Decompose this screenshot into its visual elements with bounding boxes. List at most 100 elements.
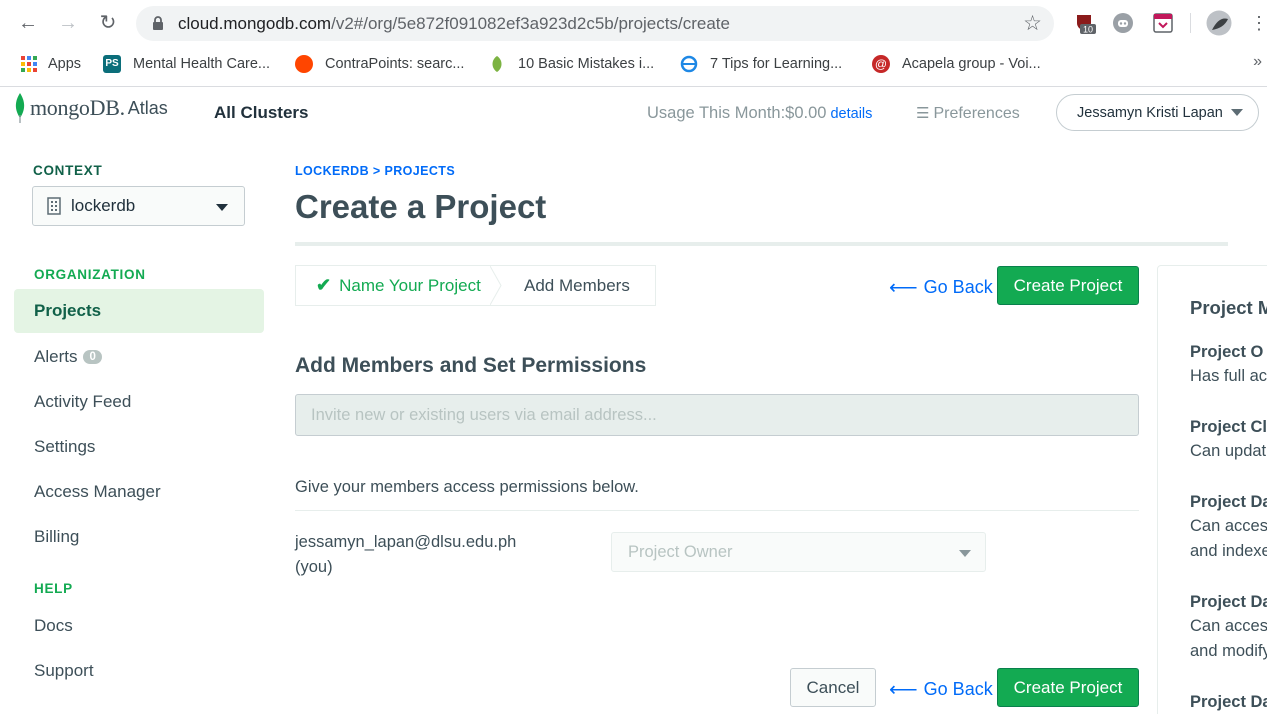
globe-icon bbox=[680, 55, 698, 73]
back-arrow-icon[interactable]: ← bbox=[16, 11, 40, 35]
arrow-left-icon: ⟵ bbox=[889, 277, 918, 299]
chevron-down-icon bbox=[959, 550, 971, 557]
member-email: jessamyn_lapan@dlsu.edu.ph bbox=[295, 533, 517, 551]
org-name: lockerdb bbox=[71, 196, 136, 215]
bookmark-label: ContraPoints: searc... bbox=[325, 56, 465, 72]
user-menu-button[interactable]: Jessamyn Kristi Lapan bbox=[1056, 94, 1259, 131]
building-icon bbox=[47, 197, 61, 215]
page-title: Create a Project bbox=[295, 188, 547, 225]
usage-label: Usage This Month:$0.00 bbox=[647, 104, 827, 122]
chevron-down-icon bbox=[1230, 109, 1243, 116]
role-desc: and modify bbox=[1190, 642, 1267, 660]
sidebar-item-activity-feed[interactable]: Activity Feed bbox=[14, 380, 264, 424]
bookmark-tips-learning[interactable]: 7 Tips for Learning... bbox=[680, 54, 842, 74]
checkmark-icon: ✔ bbox=[316, 275, 332, 295]
role-desc: and indexe bbox=[1190, 542, 1267, 560]
browser-chrome: ← → ↻ cloud.mongodb.com/v2#/org/5e872f09… bbox=[0, 0, 1267, 87]
extension-shield-icon[interactable]: 10 bbox=[1074, 12, 1096, 35]
member-role-select[interactable]: Project Owner bbox=[611, 532, 986, 572]
usage-details-link[interactable]: details bbox=[830, 106, 872, 122]
address-bar[interactable]: cloud.mongodb.com/v2#/org/5e872f091082ef… bbox=[136, 6, 1054, 41]
invite-members-input[interactable] bbox=[295, 394, 1139, 436]
create-project-button-top[interactable]: Create Project bbox=[997, 266, 1139, 305]
role-name: Project Da bbox=[1190, 693, 1267, 711]
section-title: Add Members and Set Permissions bbox=[295, 354, 647, 377]
go-back-link-bottom[interactable]: ⟵ Go Back bbox=[889, 677, 993, 702]
role-desc: Can updat bbox=[1190, 442, 1267, 460]
chevron-down-icon bbox=[216, 204, 228, 211]
member-you-label: (you) bbox=[295, 558, 333, 576]
member-row-email: jessamyn_lapan@dlsu.edu.ph (you) bbox=[295, 530, 516, 580]
organization-label: ORGANIZATION bbox=[34, 267, 146, 282]
project-roles-panel: Project M Project O Has full ac Project … bbox=[1157, 265, 1267, 714]
app-header: mongoDB. Atlas All Clusters Usage This M… bbox=[0, 87, 1267, 141]
bookmark-acapela[interactable]: @ Acapela group - Voi... bbox=[872, 54, 1041, 74]
sliders-icon: ☰ bbox=[916, 105, 930, 122]
sidebar-item-label: Settings bbox=[34, 437, 96, 456]
go-back-label: Go Back bbox=[923, 679, 993, 699]
profile-avatar[interactable] bbox=[1206, 10, 1232, 36]
browser-menu-icon[interactable]: ⋮ bbox=[1247, 11, 1267, 35]
sidebar-item-label: Access Manager bbox=[34, 482, 161, 501]
role-desc: Can acces bbox=[1190, 517, 1267, 535]
help-label: HELP bbox=[34, 581, 73, 596]
bookmark-contrapoints[interactable]: ContraPoints: searc... bbox=[295, 54, 464, 74]
reddit-icon bbox=[295, 55, 313, 73]
bookmark-apps[interactable]: Apps bbox=[20, 54, 81, 74]
step-label: Add Members bbox=[524, 275, 630, 295]
extension-pocket-icon[interactable] bbox=[1152, 12, 1174, 34]
context-label: CONTEXT bbox=[33, 163, 103, 178]
step-label: Name Your Project bbox=[339, 275, 481, 295]
title-divider bbox=[295, 242, 1228, 246]
breadcrumb[interactable]: LOCKERDB > PROJECTS bbox=[295, 164, 455, 178]
step-name-your-project[interactable]: ✔ Name Your Project bbox=[296, 266, 502, 305]
bookmark-label: Apps bbox=[48, 56, 82, 72]
ps-icon: PS bbox=[103, 55, 121, 73]
role-desc: Has full ac bbox=[1190, 367, 1267, 385]
sidebar-item-access-manager[interactable]: Access Manager bbox=[14, 470, 264, 514]
usage-this-month: Usage This Month:$0.00 details bbox=[647, 104, 872, 123]
browser-toolbar: ← → ↻ cloud.mongodb.com/v2#/org/5e872f09… bbox=[0, 0, 1267, 47]
url-text[interactable]: cloud.mongodb.com/v2#/org/5e872f091082ef… bbox=[178, 14, 730, 34]
sidebar-item-billing[interactable]: Billing bbox=[14, 515, 264, 559]
bookmarks-bar: Apps PS Mental Health Care... ContraPoin… bbox=[0, 47, 1267, 81]
forward-arrow-icon[interactable]: → bbox=[56, 11, 80, 35]
url-path: /v2#/org/5e872f091082ef3a923d2c5b/projec… bbox=[331, 14, 730, 33]
create-project-button-bottom[interactable]: Create Project bbox=[997, 668, 1139, 707]
preferences-label: Preferences bbox=[933, 105, 1020, 122]
sidebar-item-docs[interactable]: Docs bbox=[14, 604, 264, 648]
member-role-value: Project Owner bbox=[628, 542, 733, 561]
arrow-left-icon: ⟵ bbox=[889, 679, 918, 701]
wizard-steps: ✔ Name Your Project Add Members bbox=[295, 265, 656, 306]
sidebar-item-label: Support bbox=[34, 661, 94, 680]
bookmark-basic-mistakes[interactable]: 10 Basic Mistakes i... bbox=[488, 54, 654, 74]
org-context-select[interactable]: lockerdb bbox=[32, 186, 245, 226]
bookmark-mental-health[interactable]: PS Mental Health Care... bbox=[103, 54, 270, 74]
go-back-link-top[interactable]: ⟵ Go Back bbox=[889, 275, 993, 300]
bookmarks-overflow-icon[interactable]: » bbox=[1253, 53, 1262, 71]
preferences-link[interactable]: ☰ Preferences bbox=[916, 104, 1020, 123]
leaf-icon bbox=[488, 55, 506, 73]
permissions-instructions: Give your members access permissions bel… bbox=[295, 478, 639, 496]
bookmark-star-icon[interactable]: ☆ bbox=[1023, 11, 1042, 36]
cancel-button[interactable]: Cancel bbox=[790, 668, 876, 707]
sidebar-item-projects[interactable]: Projects bbox=[14, 289, 264, 333]
sidebar-item-label: Projects bbox=[34, 301, 102, 320]
sidebar-item-settings[interactable]: Settings bbox=[14, 425, 264, 469]
role-name: Project Cl bbox=[1190, 418, 1267, 436]
bookmark-label: Acapela group - Voi... bbox=[902, 56, 1041, 72]
sidebar-item-support[interactable]: Support bbox=[14, 649, 264, 693]
reload-icon[interactable]: ↻ bbox=[96, 11, 120, 35]
step-add-members[interactable]: Add Members bbox=[501, 266, 655, 305]
extension-discord-icon[interactable] bbox=[1112, 12, 1134, 34]
extension-badge-count: 10 bbox=[1083, 25, 1093, 35]
bookmark-label: Mental Health Care... bbox=[133, 56, 271, 72]
all-clusters-link[interactable]: All Clusters bbox=[214, 103, 308, 123]
sidebar-item-alerts[interactable]: Alerts 0 bbox=[14, 335, 264, 379]
apps-grid-icon bbox=[20, 55, 38, 73]
role-name: Project Da bbox=[1190, 493, 1267, 511]
mongodb-leaf-icon bbox=[15, 93, 25, 123]
mongodb-atlas-logo[interactable]: mongoDB. Atlas bbox=[14, 93, 168, 123]
role-name: Project O bbox=[1190, 343, 1264, 361]
toolbar-divider bbox=[1190, 13, 1191, 33]
